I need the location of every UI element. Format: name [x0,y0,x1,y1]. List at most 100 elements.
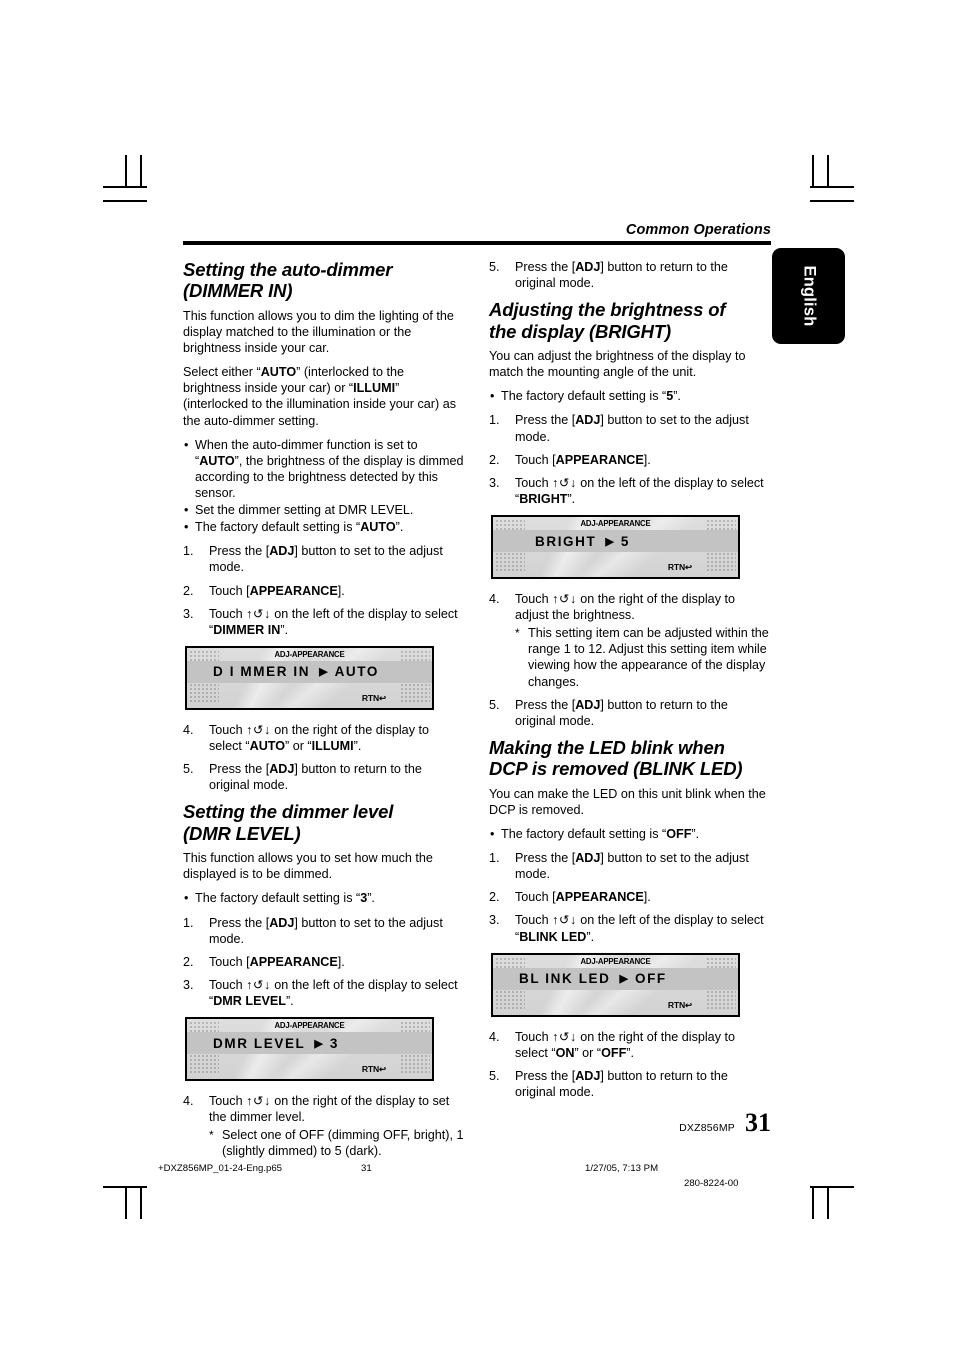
touch-glyph-group: ↑↺↓ [552,476,577,490]
crop-mark-bottom-left-v2 [140,1186,142,1219]
arrow-down-icon: ↓ [263,722,271,737]
list-item: Set the dimmer setting at DMR LEVEL. [183,502,465,518]
list-item: This setting item can be adjusted within… [515,625,771,689]
crop-mark-top-left-v1 [125,155,127,188]
list-item: 5. Press the [ADJ] button to return to th… [489,260,728,291]
lcd-arrow-icon: ▶ [619,973,628,986]
lcd-value: AUTO [334,664,379,680]
list-item: When the auto-dimmer function is set to … [183,437,465,501]
dimmer-in-intro: This function allows you to dim the ligh… [183,308,454,356]
crop-mark-top-right-v2 [827,155,829,188]
lcd-figure-bright: ADJ-APPEARANCE BRIGHT ▶ 5 RTN↩ [491,515,740,579]
language-tab: English [772,248,845,344]
rotate-icon: ↺ [558,592,570,606]
lcd-arrow-icon: ▶ [605,535,614,548]
page-number: 31 [745,1108,771,1137]
lcd-button-bottom-right [400,682,430,704]
list-item: 2. Touch [APPEARANCE]. [183,583,345,598]
touch-glyph-group: ↑↺↓ [246,723,271,737]
document-code: 280-8224-00 [684,1178,739,1189]
section-heading-dimmer-in: Setting the auto-dimmer (DIMMER IN) [183,259,393,302]
section-heading-bright: Adjusting the brightness of the display … [489,299,726,342]
lcd-main-row: BL INK LED ▶ OFF [493,967,738,990]
lcd-return-label: RTN↩ [361,692,386,703]
touch-glyph-group: ↑↺↓ [246,1094,271,1108]
lcd-label: BRIGHT [535,533,597,549]
touch-glyph-group: ↑↺↓ [552,913,577,927]
touch-glyph-group: ↑↺↓ [552,592,577,606]
dimmer-in-notes: When the auto-dimmer function is set to … [183,437,465,536]
right-column: 5. Press the [ADJ] button to return to th… [489,259,771,1168]
list-item: 4. Touch ↑↺↓ on the right of the display … [489,1029,735,1060]
arrow-down-icon: ↓ [569,475,577,490]
arrow-up-icon: ↑ [552,592,559,606]
lcd-button-bottom-left [189,1054,219,1076]
two-column-layout: Setting the auto-dimmer (DIMMER IN) This… [183,259,771,1168]
continued-step-from-left: 5. Press the [ADJ] button to return to th… [489,259,771,291]
lcd-return-label: RTN↩ [667,999,692,1010]
lcd-button-bottom-left [495,552,525,573]
list-item: The factory default setting is “OFF”. [489,826,771,842]
crop-mark-bottom-left-v1 [125,1186,127,1219]
running-head: Common Operations [625,222,771,238]
lcd-main-row: BRIGHT ▶ 5 [493,530,738,552]
touch-glyph-group: ↑↺↓ [246,978,271,992]
bright-step4-note: This setting item can be adjusted within… [515,625,771,689]
list-item: The factory default setting is “5”. [489,388,771,404]
arrow-down-icon: ↓ [263,606,271,621]
lcd-title: ADJ-APPEARANCE [580,956,651,966]
lcd-value: OFF [634,971,667,987]
arrow-down-icon: ↓ [263,1094,271,1109]
lcd-label: DMR LEVEL [213,1035,306,1051]
list-item: 5. Press the [ADJ] button to return to th… [183,762,422,793]
page-content: Common Operations Setting the auto-dimme… [183,222,771,1168]
left-column: Setting the auto-dimmer (DIMMER IN) This… [183,259,465,1168]
lcd-title: ADJ-APPEARANCE [274,1021,345,1031]
lcd-main-row: DMR LEVEL ▶ 3 [187,1032,432,1055]
list-item: 3. Touch ↑↺↓ on the left of the display t… [489,475,764,506]
rotate-icon: ↺ [252,722,264,737]
crop-mark-bottom-right-h1 [810,1186,854,1188]
blink-led-steps: 1. Press the [ADJ] button to set to the a… [489,850,771,945]
list-item: The factory default setting is “AUTO”. [183,519,465,535]
crop-mark-top-right-v1 [812,155,814,188]
list-item: 1. Press the [ADJ] button to set to the a… [489,413,749,444]
header-rule [183,241,771,245]
bright-notes: The factory default setting is “5”. [489,388,771,404]
arrow-up-icon: ↑ [246,1094,253,1109]
lcd-button-bottom-left [189,682,219,704]
list-item: 3. Touch ↑↺↓ on the left of the display t… [183,977,458,1008]
lcd-main-row: D I MMER IN ▶ AUTO [187,660,432,683]
bright-steps: 1. Press the [ADJ] button to set to the a… [489,412,771,507]
blink-led-intro: You can make the LED on this unit blink … [489,786,766,817]
dmr-level-notes: The factory default setting is “3”. [183,890,465,906]
rotate-icon: ↺ [558,1029,570,1044]
lcd-value: 3 [329,1035,339,1051]
crop-mark-bottom-right-v1 [812,1186,814,1219]
lcd-label: D I MMER IN [213,664,311,680]
lcd-arrow-icon: ▶ [314,1037,323,1050]
lcd-figure-dmr-level: ADJ-APPEARANCE DMR LEVEL ▶ 3 RTN↩ [185,1017,434,1082]
arrow-down-icon: ↓ [569,913,577,928]
crop-mark-bottom-right-v2 [827,1186,829,1219]
dmr-level-intro: This function allows you to set how much… [183,851,433,882]
lcd-title: ADJ-APPEARANCE [580,519,651,528]
touch-glyph-group: ↑↺↓ [552,1030,577,1044]
touch-glyph-group: ↑↺↓ [246,607,271,621]
lcd-title: ADJ-APPEARANCE [274,649,345,659]
arrow-down-icon: ↓ [569,592,577,606]
lcd-figure-dimmer-in: ADJ-APPEARANCE D I MMER IN ▶ AUTO RTN↩ [185,645,434,710]
bright-steps-continued: 4. Touch ↑↺↓ on the right of the display … [489,591,771,729]
crop-mark-top-right-h2 [810,200,854,202]
bright-intro: You can adjust the brightness of the dis… [489,349,746,380]
rotate-icon: ↺ [252,1094,264,1109]
list-item: 5. Press the [ADJ] button to return to th… [489,1068,728,1099]
lcd-return-label: RTN↩ [667,562,692,572]
rotate-icon: ↺ [558,475,570,490]
model-identifier: DXZ856MP [679,1122,735,1134]
print-timestamp: 1/27/05, 7:13 PM [585,1163,659,1174]
lcd-arrow-icon: ▶ [319,666,328,679]
list-item: 4. Touch ↑↺↓ on the right of the display … [489,591,771,690]
section-heading-dmr-level: Setting the dimmer level (DMR LEVEL) [183,801,394,844]
lcd-button-bottom-right [706,552,736,573]
